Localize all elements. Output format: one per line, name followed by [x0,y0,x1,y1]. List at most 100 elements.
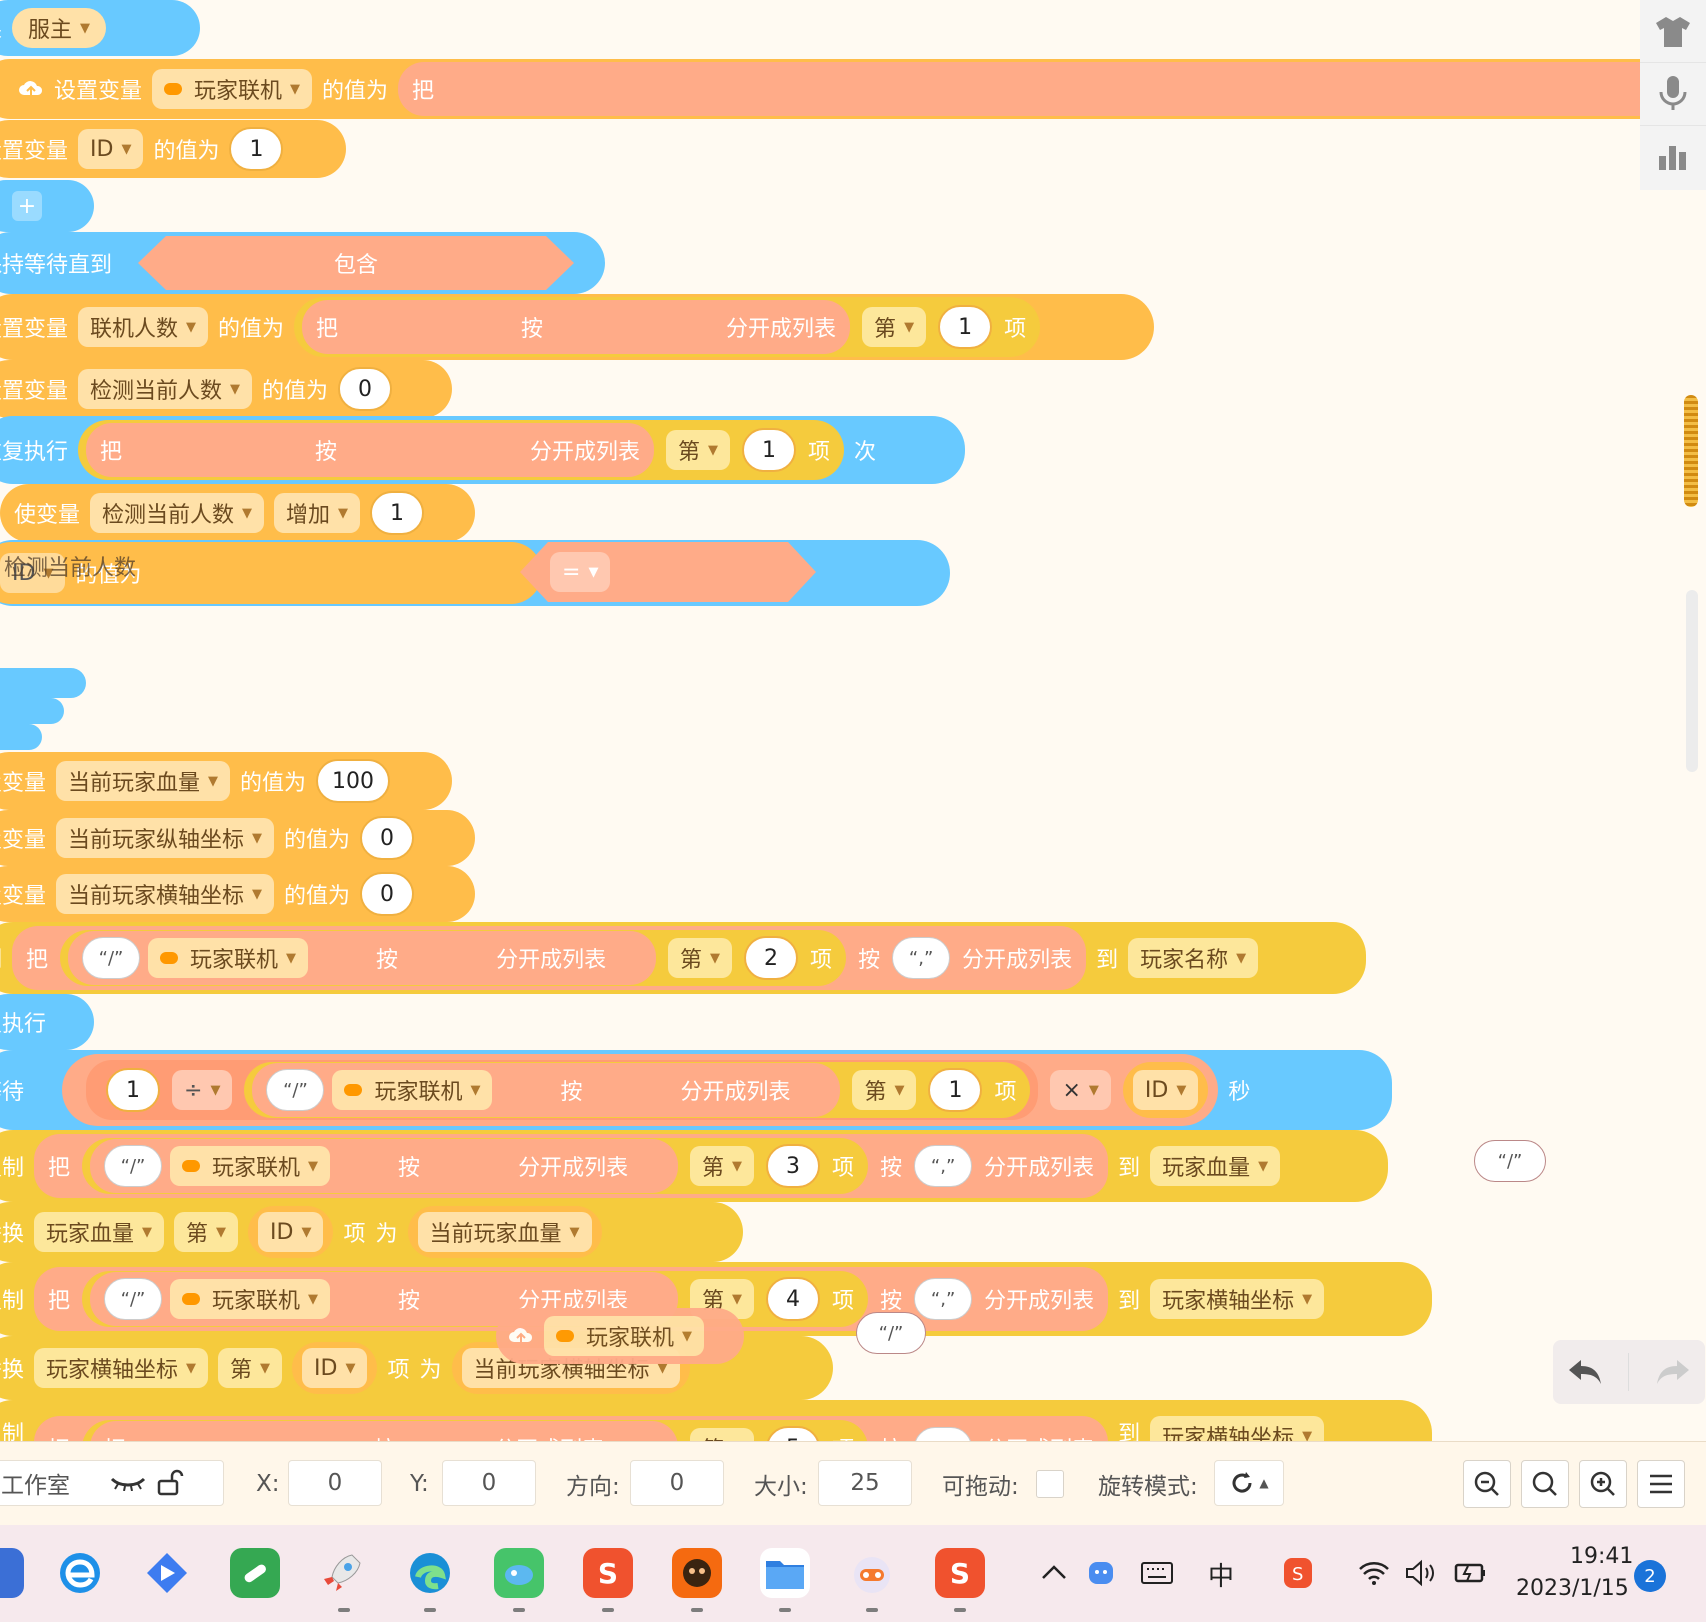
cloud-variable-reporter[interactable]: 玩家联机 ▼ [170,1146,331,1186]
set-variable-block[interactable]: 置变量 当前玩家血量 ▼ 的值为 100 [0,752,452,810]
text-input[interactable]: “/” [82,937,141,979]
fish-app-icon[interactable] [494,1548,544,1598]
index-dropdown[interactable]: 第▼ [174,1212,239,1252]
variable-reporter[interactable]: ID ▼ [1122,1062,1209,1118]
list-item-reporter[interactable]: “/” 玩家联机 ▼ 按 分开成列表 第 ▼ 3 项 [82,1138,869,1194]
copy-list-block[interactable]: 制 把 “/” 玩家联机▼ 按 分开成列表 第▼ 2 项 按 “,” 分开成列表… [0,922,1366,994]
app-icon-partial[interactable] [0,1548,24,1598]
vertical-scrollbar-thumb[interactable] [1684,395,1698,507]
clock-date[interactable]: 2023/1/15 [1516,1576,1629,1601]
assistant-icon[interactable] [1086,1558,1116,1588]
operator-dropdown[interactable]: = ▼ [550,552,610,592]
list-dropdown[interactable]: 玩家血量 ▼ [34,1212,165,1252]
cloud-variable-reporter[interactable]: 玩家联机 ▼ [170,1279,331,1319]
rocket-icon[interactable] [317,1548,367,1598]
set-variable-block[interactable]: 置变量 当前玩家纵轴坐标 ▼ 的值为 0 [0,810,475,866]
set-variable-block[interactable]: 设置变量 联机人数▼ 的值为 把按分开成列表 第▼ 1 项 [0,294,1154,360]
text-input[interactable]: “/” [104,1145,163,1187]
x-input[interactable]: 0 [288,1460,382,1506]
number-input[interactable]: 1 [938,305,993,349]
vertical-scrollbar-track[interactable] [1686,590,1698,772]
repeat-block[interactable]: 重复执行 把按分开成列表 第▼ 1 项 次 [0,416,965,484]
stats-button[interactable] [1640,126,1706,188]
variable-dropdown[interactable]: 当前玩家血量 ▼ [417,1212,592,1252]
dragged-cloud-variable-block[interactable]: 玩家联机 ▼ [496,1308,744,1364]
index-dropdown[interactable]: 第▼ [218,1348,283,1388]
chevron-up-icon[interactable] [1040,1562,1068,1582]
if-block[interactable]: 果 服主 ▼ [0,0,200,56]
text-input[interactable]: “,” [914,1145,973,1187]
variable-dropdown[interactable]: ID ▼ [1132,1070,1199,1110]
divide-reporter[interactable]: 1 ÷ ▼ “/” 玩家联机 ▼ 按 分开成列表 第 ▼ 1 项 [86,1060,1039,1120]
text-input[interactable]: “,” [914,1278,973,1320]
size-input[interactable]: 25 [818,1460,912,1506]
text-input[interactable]: “/” [266,1069,325,1111]
variable-dropdown[interactable]: 当前玩家血量 ▼ [56,761,231,801]
set-variable-block[interactable]: 设置变量 ID ▼ 的值为 1 [0,120,346,178]
equals-reporter[interactable]: = ▼ [520,542,816,602]
undo-icon[interactable] [1565,1356,1605,1388]
number-input[interactable]: 1 [229,127,284,171]
wifi-icon[interactable] [1358,1560,1390,1586]
number-input[interactable]: 4 [766,1277,821,1321]
variable-reporter[interactable]: 当前玩家血量 ▼ [407,1206,602,1258]
sogou-tray-icon[interactable]: S [1282,1556,1314,1590]
notification-badge[interactable]: 2 [1634,1560,1666,1592]
loose-text-reporter[interactable]: “/” [856,1312,926,1354]
list-item-reporter[interactable]: 把按分开成列表 第 ▼ 1 项 [78,420,845,480]
unlock-icon[interactable] [156,1469,184,1497]
repeat-forever-block[interactable]: 复执行 [0,994,94,1050]
list-item-reporter[interactable]: “/” 玩家联机 ▼ 按 分开成列表 第 ▼ 4 项 [82,1271,869,1327]
loose-text-reporter[interactable]: “/” [1474,1140,1546,1182]
ie-browser-icon[interactable] [55,1548,105,1598]
code-canvas[interactable]: 果 服主 ▼ 设置变量 玩家联机 ▼ 的值为 把 设置变量 ID ▼ 的值为 1 则 … [0,0,1706,1441]
copy-list-block[interactable]: 复制 把 把 按 分开成列表 第▼ 5 项 按 “,” 分开成列表 到 玩家横轴… [0,1400,1432,1441]
else-block[interactable]: 则 + [0,180,94,232]
file-explorer-icon[interactable] [760,1548,810,1598]
list-dropdown[interactable]: 玩家横轴坐标 ▼ [1150,1416,1325,1441]
number-input[interactable]: 2 [744,936,799,980]
number-input[interactable]: 0 [360,816,415,860]
list-dropdown[interactable]: 玩家横轴坐标 ▼ [34,1348,209,1388]
variable-dropdown[interactable]: 当前玩家纵轴坐标 ▼ [56,818,275,858]
variable-dropdown[interactable]: ID ▼ [78,129,144,169]
list-item-reporter[interactable]: “/” 玩家联机 ▼ 按 分开成列表 第 ▼ 1 项 [244,1062,1031,1118]
operator-dropdown[interactable]: ÷ ▼ [172,1070,233,1110]
edge-browser-icon[interactable] [405,1548,455,1598]
list-item-reporter[interactable]: 把 按 分开成列表 第▼ 5 项 [82,1420,869,1441]
number-input[interactable]: 1 [106,1068,161,1112]
number-input[interactable]: 1 [370,491,425,535]
cloud-variable-reporter[interactable]: 玩家联机 ▼ [148,938,309,978]
list-dropdown[interactable]: 玩家横轴坐标 ▼ [1150,1279,1325,1319]
variable-reporter[interactable]: ID ▼ [292,1342,378,1394]
variable-dropdown[interactable]: 玩家联机 ▼ [152,69,313,109]
multiply-reporter[interactable]: 1 ÷ ▼ “/” 玩家联机 ▼ 按 分开成列表 第 ▼ 1 项 × ▼ ID ▼ [62,1054,1219,1126]
sogou-icon[interactable]: S [935,1548,985,1598]
direction-input[interactable]: 0 [630,1460,724,1506]
variable-dropdown[interactable]: 检测当前人数 ▼ [90,493,265,533]
variable-dropdown[interactable]: 当前玩家横轴坐标 ▼ [56,874,275,914]
number-input[interactable]: 0 [338,367,393,411]
battery-charging-icon[interactable] [1452,1560,1488,1586]
split-list-reporter[interactable]: 把 “/” 玩家联机 ▼ 按 分开成列表 第 ▼ 3 项 按 “,” 分开成列表 [34,1134,1109,1198]
list-dropdown[interactable]: 玩家血量 ▼ [1150,1146,1281,1186]
operation-dropdown[interactable]: 增加 ▼ [274,493,361,533]
cloud-variable-reporter[interactable]: 玩家联机 ▼ [544,1316,705,1356]
variable-dropdown[interactable]: 检测当前人数 ▼ [78,369,253,409]
sogou-icon[interactable]: S [583,1548,633,1598]
volume-icon[interactable] [1404,1558,1438,1588]
variable-reporter[interactable]: ID ▼ [248,1206,334,1258]
sprite-name-field[interactable]: 工作室 [0,1460,224,1506]
green-app-icon[interactable] [230,1548,280,1598]
text-input[interactable]: “,” [892,937,951,979]
ime-indicator[interactable]: 中 [1208,1556,1234,1593]
wait-seconds-block[interactable]: 等待 1 ÷▼ “/” 玩家联机▼ 按 分开成列表 第▼ 1 项 ×▼ [0,1050,1392,1130]
eye-closed-icon[interactable] [110,1475,146,1491]
zoom-out-button[interactable] [1463,1460,1511,1508]
split-list-reporter[interactable]: 把 按 分开成列表 [90,1421,679,1441]
set-cloud-variable-block[interactable]: 设置变量 玩家联机 ▼ 的值为 把 [0,59,1680,119]
split-list-reporter[interactable]: 把 按 分开成列表 [86,423,655,477]
replace-list-item-block[interactable]: 替换 玩家血量▼ 第▼ ID▼ 项 为 当前玩家血量▼ [0,1202,743,1262]
change-variable-block[interactable]: 使变量 检测当前人数 ▼ 增加 ▼ 1 [0,484,475,542]
index-dropdown[interactable]: 第▼ [690,1146,755,1186]
